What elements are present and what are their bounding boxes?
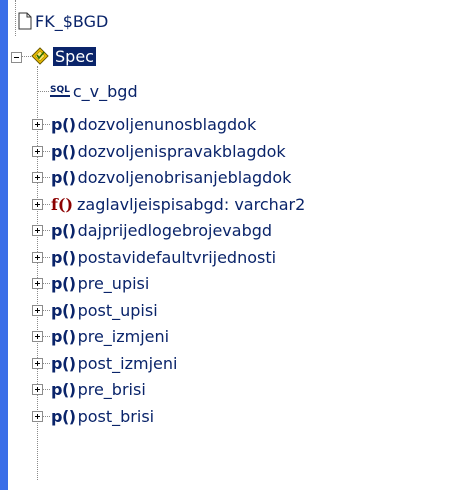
sql-label: c_v_bgd xyxy=(72,81,138,101)
item-label: pre_upisi xyxy=(77,273,150,293)
procedure-icon: p() xyxy=(51,247,76,267)
item-label: zaglavljeispisabgd: varchar2 xyxy=(77,194,306,214)
tree-node-item[interactable]: p() pre_izmjeni xyxy=(51,323,169,349)
tree-guide-h xyxy=(43,310,50,311)
expand-toggle[interactable] xyxy=(32,305,43,316)
tree-node-item[interactable]: p() post_izmjeni xyxy=(51,350,177,376)
tree-node-item[interactable]: p() postavidefaultvrijednosti xyxy=(51,244,276,270)
procedure-icon: p() xyxy=(51,326,76,346)
item-label: post_upisi xyxy=(77,300,158,320)
spec-label: Spec xyxy=(53,46,96,66)
tree-node-item[interactable]: p() post_upisi xyxy=(51,297,158,323)
tree-guide-h xyxy=(43,151,50,152)
expand-toggle[interactable] xyxy=(32,225,43,236)
tree-guide-h xyxy=(43,283,50,284)
procedure-icon: p() xyxy=(51,406,76,426)
tree-node-root[interactable]: FK_$BGD xyxy=(18,8,108,34)
procedure-icon: p() xyxy=(51,300,76,320)
tree-guide-h xyxy=(43,363,50,364)
tree-guide-h xyxy=(43,336,50,337)
expand-toggle[interactable] xyxy=(32,331,43,342)
expand-toggle[interactable] xyxy=(32,199,43,210)
object-tree: FK_$BGD Spec SQL c_v_bgd p() dozvoljenuno… xyxy=(8,0,462,490)
procedure-icon: p() xyxy=(51,114,76,134)
procedure-icon: p() xyxy=(51,220,76,240)
sql-icon: SQL xyxy=(50,85,70,97)
spec-collapse-toggle[interactable] xyxy=(11,52,22,63)
package-spec-icon xyxy=(30,46,50,66)
tree-guide-h xyxy=(43,230,50,231)
procedure-icon: p() xyxy=(51,167,76,187)
tree-node-item[interactable]: p() dozvoljenunosblagdok xyxy=(51,111,256,137)
item-label: pre_brisi xyxy=(77,379,146,399)
tree-node-item[interactable]: p() pre_brisi xyxy=(51,376,146,402)
expand-toggle[interactable] xyxy=(32,384,43,395)
item-label: postavidefaultvrijednosti xyxy=(77,247,277,267)
tree-guide-sql-h xyxy=(37,91,49,92)
item-label: post_brisi xyxy=(77,406,155,426)
expand-toggle[interactable] xyxy=(32,146,43,157)
tree-node-item[interactable]: p() pre_upisi xyxy=(51,270,149,296)
tree-node-item[interactable]: p() dozvoljenispravakblagdok xyxy=(51,138,286,164)
expand-toggle[interactable] xyxy=(32,172,43,183)
tree-node-item[interactable]: p() dajprijedlogebrojevabgd xyxy=(51,217,272,243)
tree-node-sql[interactable]: SQL c_v_bgd xyxy=(50,78,138,104)
item-label: post_izmjeni xyxy=(77,353,178,373)
expand-toggle[interactable] xyxy=(32,252,43,263)
expand-toggle[interactable] xyxy=(32,411,43,422)
procedure-icon: p() xyxy=(51,353,76,373)
expand-toggle[interactable] xyxy=(32,119,43,130)
item-label: dozvoljenispravakblagdok xyxy=(77,141,286,161)
tree-node-item[interactable]: p() dozvoljenobrisanjeblagdok xyxy=(51,164,291,190)
function-icon: f() xyxy=(51,194,74,214)
item-label: dozvoljenobrisanjeblagdok xyxy=(77,167,292,187)
tree-guide-h xyxy=(43,124,50,125)
tree-node-spec[interactable]: Spec xyxy=(30,43,96,69)
tree-node-item[interactable]: f() zaglavljeispisabgd: varchar2 xyxy=(51,191,305,217)
item-label: pre_izmjeni xyxy=(77,326,170,346)
tree-guide-h xyxy=(43,177,50,178)
tree-guide-h xyxy=(43,204,50,205)
tree-guide-root xyxy=(15,0,16,36)
tree-guide-h xyxy=(43,389,50,390)
procedure-icon: p() xyxy=(51,379,76,399)
tree-guide-h xyxy=(43,416,50,417)
procedure-icon: p() xyxy=(51,273,76,293)
expand-toggle[interactable] xyxy=(32,358,43,369)
tree-guide-h xyxy=(43,257,50,258)
tree-node-item[interactable]: p() post_brisi xyxy=(51,403,154,429)
document-icon xyxy=(18,12,32,30)
procedure-icon: p() xyxy=(51,141,76,161)
root-label: FK_$BGD xyxy=(35,11,109,31)
item-label: dajprijedlogebrojevabgd xyxy=(77,220,273,240)
item-label: dozvoljenunosblagdok xyxy=(77,114,257,134)
expand-toggle[interactable] xyxy=(32,278,43,289)
